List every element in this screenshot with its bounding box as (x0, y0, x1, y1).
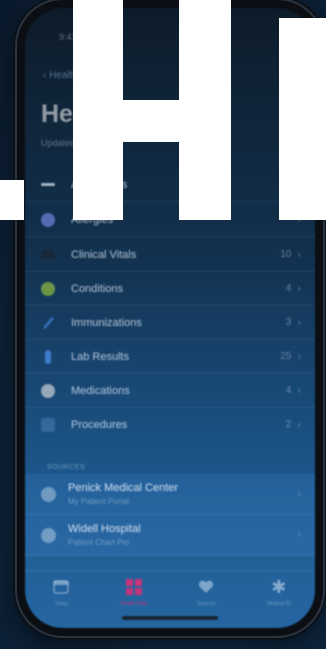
chevron-right-icon: › (297, 529, 301, 541)
category-row-immunizations[interactable]: Immunizations 3 › (25, 306, 315, 340)
chevron-right-icon: › (297, 350, 301, 363)
category-label: Conditions (71, 282, 123, 295)
category-label: Clinical Vitals (71, 248, 137, 261)
category-count: 25 (280, 351, 292, 362)
chevron-right-icon: › (297, 418, 301, 431)
category-row-allergies[interactable]: Allergies › (25, 203, 315, 237)
chevron-right-icon: › (297, 282, 301, 295)
overlay-block-2 (73, 0, 123, 220)
category-label: Immunizations (71, 316, 142, 329)
category-row-clinical-vitals[interactable]: Clinical Vitals 10 › (25, 238, 315, 272)
category-label: Procedures (71, 418, 128, 431)
source-name: Widell Hospital (68, 523, 141, 535)
pill-icon (41, 383, 55, 398)
source-row-penick[interactable]: Penick Medical Center My Patient Portal … (25, 474, 315, 515)
tab-today[interactable]: Today (31, 571, 91, 607)
overlay-block-4 (179, 0, 231, 220)
syringe-icon (42, 316, 55, 329)
chevron-right-icon: › (297, 316, 301, 329)
category-row-all-records[interactable]: All Records › (25, 168, 315, 202)
category-row-lab-results[interactable]: Lab Results 25 › (25, 340, 315, 374)
category-count: 4 (285, 283, 292, 294)
overlay-block-1 (0, 180, 24, 220)
chevron-right-icon: › (297, 384, 301, 397)
source-portal: My Patient Portal (68, 497, 129, 506)
category-count: 10 (280, 249, 292, 260)
tab-medical-id[interactable]: ✱ Medical ID (249, 571, 309, 608)
procedure-icon (41, 417, 55, 432)
category-row-medications[interactable]: Medications 4 › (25, 374, 315, 408)
source-name: Penick Medical Center (68, 482, 179, 494)
tab-label: Today (54, 601, 68, 607)
chevron-right-icon: › (297, 488, 301, 500)
category-label: Medications (71, 384, 130, 397)
category-row-conditions[interactable]: Conditions 4 › (25, 272, 315, 306)
list-icon (41, 183, 55, 186)
source-portal: Patient Chart Pro (68, 538, 130, 547)
category-count: 4 (285, 385, 292, 396)
overlay-block-5 (279, 18, 326, 220)
source-row-widell[interactable]: Widell Hospital Patient Chart Pro › (25, 515, 315, 556)
sources-section-header: SOURCES (47, 464, 86, 471)
category-count: 2 (285, 419, 292, 430)
home-indicator (122, 616, 218, 620)
heart-icon (198, 579, 214, 595)
allergy-icon (41, 212, 55, 227)
phone-frame: 9:41 ‹ Health Health Records Updated Tod… (17, 0, 323, 636)
overlay-block-3 (123, 100, 179, 142)
category-row-procedures[interactable]: Procedures 2 › (25, 408, 315, 441)
category-count: 3 (285, 317, 292, 328)
stethoscope-icon (41, 281, 55, 296)
tab-sources[interactable]: Sources (176, 571, 236, 607)
hospital-icon (41, 486, 56, 502)
vitals-icon (41, 250, 55, 259)
lab-icon (45, 349, 51, 364)
chevron-right-icon: › (297, 248, 301, 261)
tab-label: Medical ID (266, 601, 291, 607)
tab-health-data[interactable]: Health Data (104, 571, 164, 607)
medical-id-icon: ✱ (271, 576, 287, 597)
tab-label: Health Data (120, 601, 147, 607)
today-icon (53, 579, 69, 595)
tab-label: Sources (197, 601, 216, 607)
category-label: Lab Results (71, 350, 130, 363)
hospital-icon (41, 527, 56, 543)
health-data-icon (125, 579, 142, 595)
